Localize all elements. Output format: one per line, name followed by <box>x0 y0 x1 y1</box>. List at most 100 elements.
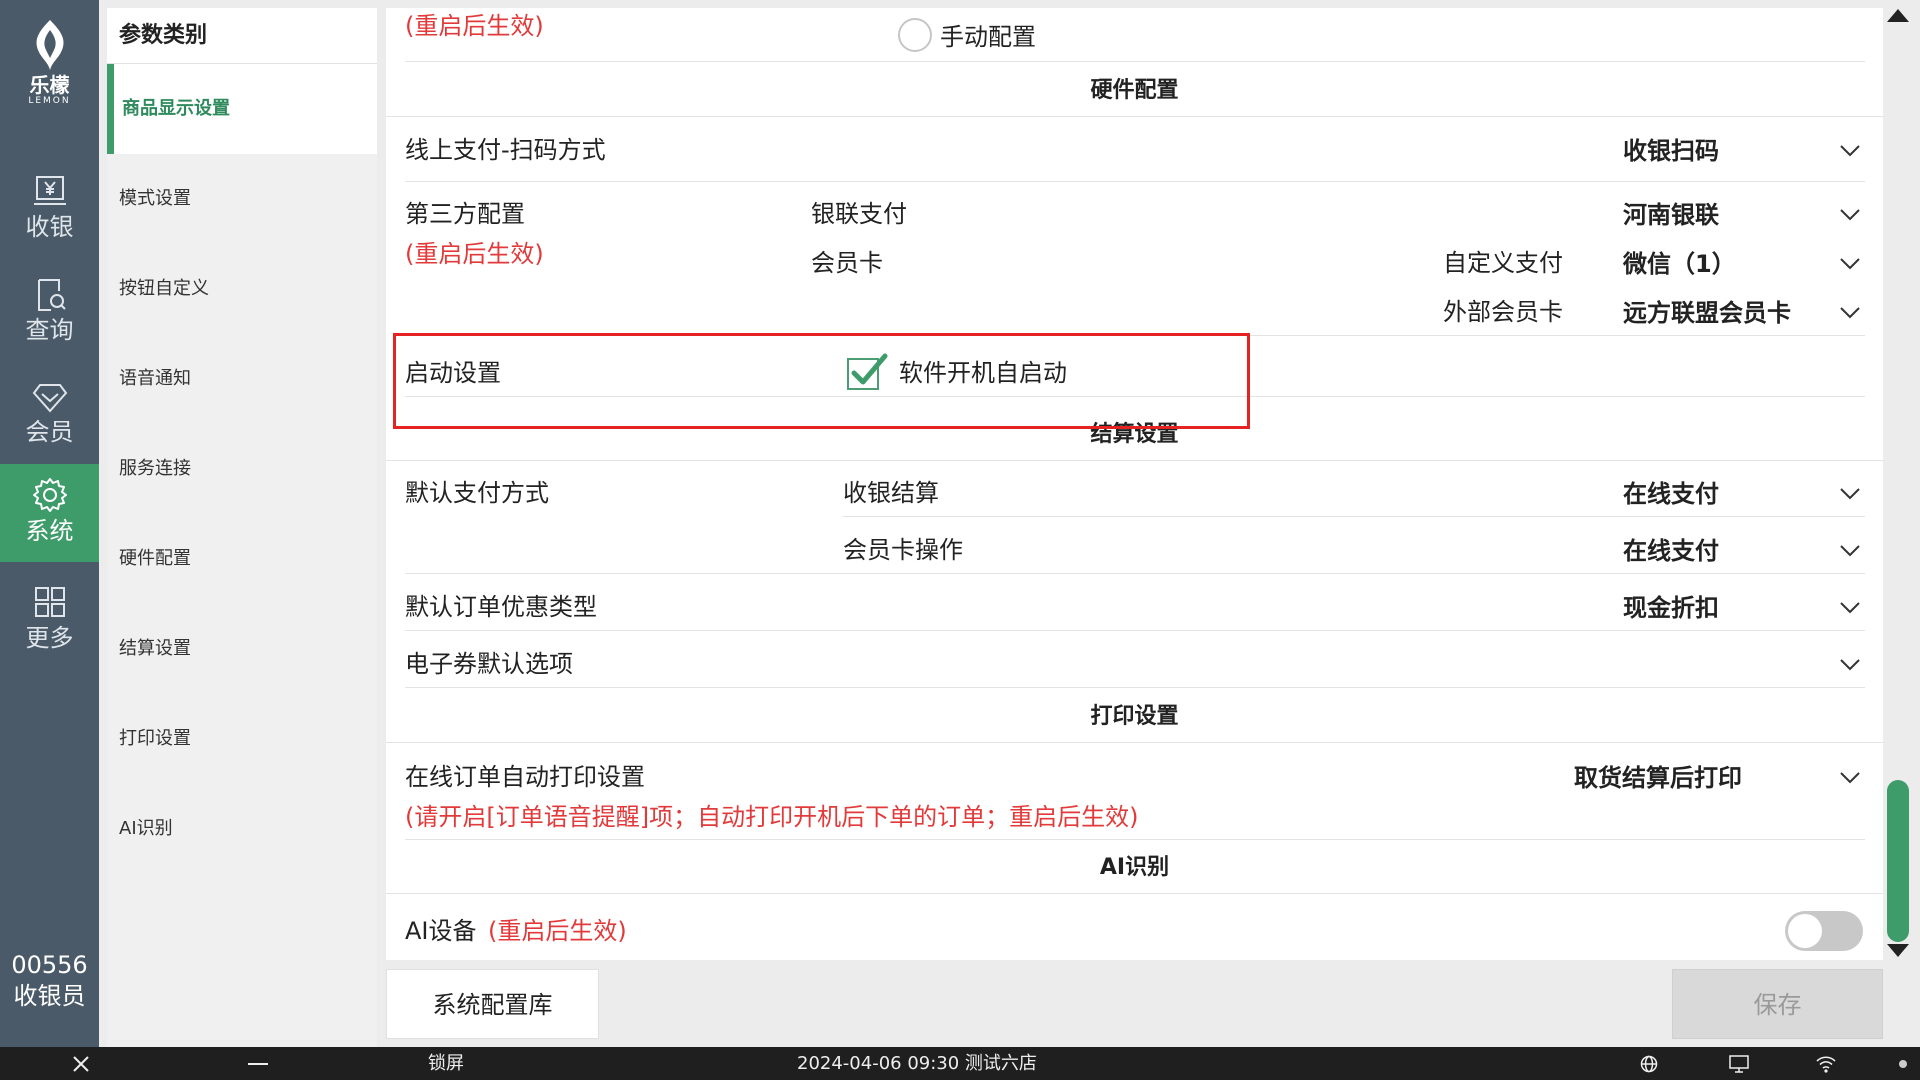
auto-print-value[interactable]: 取货结算后打印 <box>1574 763 1742 793</box>
auto-print-note: (请开启[订单语音提醒]项；自动打印开机后下单的订单；重启后生效) <box>405 803 1139 831</box>
chevron-down-icon[interactable] <box>1838 138 1862 162</box>
user-id: 00556 <box>11 951 88 979</box>
external-card-label: 外部会员卡 <box>1443 298 1563 326</box>
current-user: 00556 收银员 <box>0 950 99 1012</box>
diamond-icon <box>32 384 67 413</box>
category-item-product-display[interactable]: 商品显示设置 <box>107 64 377 154</box>
divider <box>405 573 1865 574</box>
chevron-down-icon[interactable] <box>1838 652 1862 676</box>
nav-label: 系统 <box>25 517 74 545</box>
category-item-button-custom[interactable]: 按钮自定义 <box>107 244 377 334</box>
divider <box>843 516 1865 517</box>
custom-pay-label: 自定义支付 <box>1443 249 1563 277</box>
chevron-down-icon[interactable] <box>1838 481 1862 505</box>
nav-label: 收银 <box>25 213 74 241</box>
category-item-voice[interactable]: 语音通知 <box>107 334 377 424</box>
chevron-down-icon[interactable] <box>1838 251 1862 275</box>
divider <box>386 742 1883 743</box>
divider <box>386 893 1883 894</box>
third-party-note: (重启后生效) <box>405 240 544 268</box>
search-doc-icon <box>37 279 66 311</box>
close-icon[interactable] <box>72 1055 90 1073</box>
divider <box>405 181 1865 182</box>
lemon-logo-icon <box>36 20 63 70</box>
monitor-icon[interactable] <box>1729 1055 1749 1073</box>
nav-item-member[interactable]: 会员 <box>0 367 99 465</box>
divider <box>386 460 1883 461</box>
default-pay-label: 默认支付方式 <box>405 479 549 507</box>
divider <box>405 61 1865 62</box>
datetime-store: 2024-04-06 09:30 测试六店 <box>797 1053 1037 1074</box>
nav-item-system[interactable]: 系统 <box>0 464 99 562</box>
section-title-print: 打印设置 <box>1090 704 1179 729</box>
online-pay-label: 线上支付-扫码方式 <box>405 136 606 164</box>
category-list: 参数类别 商品显示设置 模式设置 按钮自定义 语音通知 服务连接 硬件配置 结算… <box>107 8 377 1047</box>
discount-value[interactable]: 现金折扣 <box>1623 593 1719 623</box>
member-card-label: 会员卡 <box>811 249 883 277</box>
third-party-label: 第三方配置 <box>405 200 525 228</box>
lock-screen-button[interactable]: 锁屏 <box>428 1047 464 1080</box>
category-item-service[interactable]: 服务连接 <box>107 424 377 514</box>
section-title-ai: AI识别 <box>1099 855 1170 880</box>
custom-pay-value[interactable]: 微信（1） <box>1623 249 1736 279</box>
settings-panel: (重启后生效) 手动配置 硬件配置 线上支付-扫码方式 收银扫码 第三方配置 (… <box>386 8 1883 960</box>
card-op-label: 会员卡操作 <box>843 536 963 564</box>
wifi-icon[interactable] <box>1815 1055 1837 1073</box>
nav-item-cashier[interactable]: 收银 <box>0 162 99 260</box>
highlight-box <box>393 333 1250 429</box>
scrollbar-thumb[interactable] <box>1887 780 1909 942</box>
logo-text-cn: 乐檬 <box>29 73 70 97</box>
taskbar: 锁屏 2024-04-06 09:30 测试六店 <box>0 1047 1920 1080</box>
category-item-print[interactable]: 打印设置 <box>107 694 377 784</box>
chevron-down-icon[interactable] <box>1838 202 1862 226</box>
chevron-down-icon[interactable] <box>1838 595 1862 619</box>
auto-print-label: 在线订单自动打印设置 <box>405 763 645 791</box>
discount-label: 默认订单优惠类型 <box>405 593 597 621</box>
config-library-button[interactable]: 系统配置库 <box>386 969 599 1039</box>
chevron-down-icon[interactable] <box>1838 538 1862 562</box>
nav-item-query[interactable]: 查询 <box>0 265 99 363</box>
status-dot-icon <box>1899 1060 1907 1068</box>
category-item-mode[interactable]: 模式设置 <box>107 154 377 244</box>
category-item-hardware[interactable]: 硬件配置 <box>107 514 377 604</box>
cashier-settle-label: 收银结算 <box>843 479 939 507</box>
manual-config-radio[interactable] <box>898 18 932 52</box>
cashier-settle-value[interactable]: 在线支付 <box>1623 479 1719 509</box>
category-item-settlement[interactable]: 结算设置 <box>107 604 377 694</box>
divider <box>386 116 1883 117</box>
globe-icon[interactable] <box>1640 1055 1658 1073</box>
coupon-label: 电子券默认选项 <box>405 650 573 678</box>
user-role: 收银员 <box>13 982 86 1010</box>
save-button[interactable]: 保存 <box>1672 969 1883 1039</box>
toggle-knob <box>1788 914 1822 948</box>
nav-label: 更多 <box>25 624 74 652</box>
ai-device-toggle[interactable] <box>1785 911 1863 951</box>
ai-device-label: AI设备 <box>405 917 477 945</box>
scroll-up-arrow-icon[interactable] <box>1885 6 1911 24</box>
chevron-down-icon[interactable] <box>1838 300 1862 324</box>
category-header: 参数类别 <box>107 8 377 64</box>
minimize-icon[interactable] <box>248 1063 268 1065</box>
divider <box>405 839 1865 840</box>
grid-icon <box>34 587 65 617</box>
nav-label: 会员 <box>25 418 74 446</box>
divider <box>405 630 1865 631</box>
category-item-ai[interactable]: AI识别 <box>107 784 377 874</box>
divider <box>405 687 1865 688</box>
online-pay-value[interactable]: 收银扫码 <box>1623 136 1719 166</box>
scroll-down-arrow-icon[interactable] <box>1885 942 1911 960</box>
manual-config-label: 手动配置 <box>940 23 1036 51</box>
card-op-value[interactable]: 在线支付 <box>1623 536 1719 566</box>
logo-text-en: LEMON <box>28 96 71 106</box>
nav-item-more[interactable]: 更多 <box>0 573 99 671</box>
cashier-icon <box>33 176 66 205</box>
section-title-hardware: 硬件配置 <box>1090 78 1179 103</box>
unionpay-value[interactable]: 河南银联 <box>1623 200 1719 230</box>
gear-icon <box>32 478 67 512</box>
external-card-value[interactable]: 远方联盟会员卡 <box>1623 298 1791 328</box>
chevron-down-icon[interactable] <box>1838 765 1862 789</box>
restart-note: (重启后生效) <box>405 12 544 40</box>
left-nav: 乐檬 LEMON 收银 查询 会员 系统 更多 00556 收银员 <box>0 0 99 1047</box>
nav-label: 查询 <box>25 316 74 344</box>
ai-device-note: (重启后生效) <box>488 917 627 945</box>
